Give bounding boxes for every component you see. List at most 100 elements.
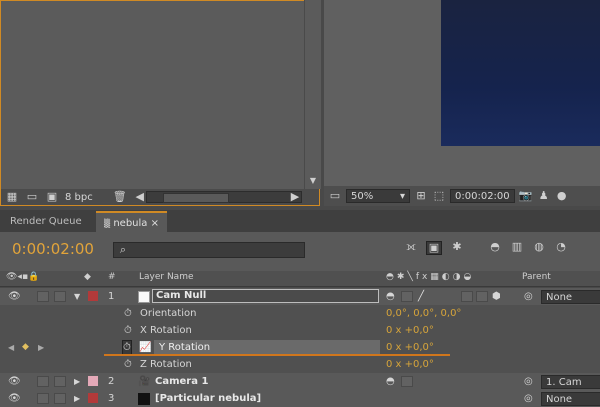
tab-label: nebula [113, 218, 148, 229]
stopwatch-icon[interactable]: ⏱ [124, 356, 132, 373]
pick-whip-icon[interactable]: ◎ [524, 390, 533, 407]
stopwatch-icon[interactable]: ⏱ [124, 305, 132, 322]
solo-switch[interactable] [37, 376, 49, 387]
property-value[interactable]: 0 x +0,0° [386, 322, 434, 339]
solo-switch[interactable] [37, 291, 49, 302]
comp-mini-flowchart-icon[interactable]: ⟗ [404, 241, 418, 253]
current-time-display[interactable]: 0:00:02:00 [12, 240, 94, 258]
add-keyframe-icon[interactable]: ◆ [22, 339, 29, 356]
3d-layer-cube-icon[interactable]: ⬢ [492, 288, 501, 305]
property-value[interactable]: 0 x +0,0° [386, 356, 434, 373]
new-composition-icon[interactable]: ▣ [45, 191, 59, 203]
timeline-tab-bar [0, 210, 600, 232]
layer-search-input[interactable]: ⌕ [113, 242, 305, 258]
collapse-switch[interactable] [401, 376, 413, 387]
search-icon: ⌕ [119, 243, 127, 256]
visibility-eye-icon[interactable]: 👁 [8, 390, 21, 407]
null-object-icon [138, 291, 150, 303]
switches-column-icons: ◓✱╲fx▦◐◑◒ [386, 272, 475, 282]
expand-triangle-icon[interactable]: ▶ [74, 373, 80, 390]
layer-name[interactable]: [Particular nebula] [155, 390, 261, 407]
parent-dropdown[interactable]: None [541, 290, 600, 304]
layer-name[interactable]: Camera 1 [155, 373, 208, 390]
solid-layer-icon [138, 393, 150, 405]
layer-column-header: 👁◂▪🔒 ◆ # Layer Name ◓✱╲fx▦◐◑◒ Parent [0, 271, 600, 287]
layer-row[interactable]: 👁 ▶ 3 [Particular nebula] ◎ None [0, 390, 600, 407]
draft-3d-icon[interactable]: ✱ [450, 241, 464, 253]
safe-margins-icon[interactable]: ⬚ [432, 190, 446, 202]
close-icon[interactable]: × [151, 218, 159, 229]
scroll-right-icon[interactable]: ▶ [288, 191, 302, 203]
hide-shy-layers-icon[interactable]: ◓ [488, 241, 502, 253]
pick-whip-icon[interactable]: ◎ [524, 373, 533, 390]
zoom-value: 50% [351, 191, 374, 202]
snapshot-camera-icon[interactable]: 📷 [519, 190, 533, 202]
prev-keyframe-icon[interactable]: ◀ [8, 339, 14, 356]
next-keyframe-icon[interactable]: ▶ [38, 339, 44, 356]
lock-switch[interactable] [54, 393, 66, 404]
lock-switch[interactable] [54, 291, 66, 302]
expand-triangle-icon[interactable]: ▼ [74, 288, 80, 305]
stopwatch-icon[interactable]: ⏱ [124, 322, 132, 339]
layer-name-column-header[interactable]: Layer Name [139, 272, 194, 282]
property-name: Z Rotation [140, 359, 192, 370]
visibility-eye-icon[interactable]: 👁 [8, 288, 21, 305]
scroll-down-icon[interactable]: ▼ [306, 175, 320, 187]
bit-depth-label[interactable]: 8 bpc [65, 192, 93, 203]
property-row-orientation[interactable]: ⏱ Orientation 0,0°, 0,0°, 0,0° [0, 305, 600, 322]
adjustment-switch[interactable] [476, 291, 488, 302]
motion-blur-switch[interactable] [461, 291, 473, 302]
trash-icon[interactable]: 🗑 [113, 191, 127, 203]
region-of-interest-icon[interactable]: ▭ [328, 190, 342, 202]
shy-switch-icon[interactable]: ◓ [386, 373, 395, 390]
av-features-icons: 👁◂▪🔒 [6, 272, 40, 282]
property-name: X Rotation [140, 325, 192, 336]
project-horizontal-scrollbar[interactable] [146, 191, 302, 203]
fit-icon[interactable]: ⊞ [414, 190, 428, 202]
frame-blending-icon[interactable]: ▥ [510, 241, 524, 253]
layer-number: 2 [108, 376, 115, 387]
parent-value: None [546, 292, 573, 303]
composition-frame [441, 0, 600, 146]
number-column-header[interactable]: # [108, 272, 116, 282]
viewer-timecode[interactable]: 0:00:02:00 [450, 189, 515, 203]
quality-switch-icon[interactable]: ╱ [418, 288, 424, 305]
property-row-y-rotation[interactable]: ◀ ◆ ▶ ⏱ 📈 Y Rotation 0 x +0,0° [0, 339, 600, 356]
parent-column-header[interactable]: Parent [522, 272, 551, 282]
project-vertical-scrollbar[interactable]: ▼ [304, 0, 321, 189]
project-panel [0, 0, 320, 206]
visibility-eye-icon[interactable]: 👁 [8, 373, 21, 390]
channels-icon[interactable]: ● [555, 190, 569, 202]
property-row-x-rotation[interactable]: ⏱ X Rotation 0 x +0,0° [0, 322, 600, 339]
pick-whip-icon[interactable]: ◎ [524, 288, 533, 305]
stopwatch-active-icon[interactable]: ⏱ [122, 340, 132, 355]
tab-render-queue[interactable]: Render Queue [2, 211, 90, 232]
parent-dropdown[interactable]: 1. Cam Nul [541, 375, 600, 402]
zoom-dropdown[interactable]: 50% ▾ [346, 189, 410, 203]
new-folder-icon[interactable]: ▭ [25, 191, 39, 203]
label-color-swatch[interactable] [88, 376, 98, 386]
layer-name-field[interactable]: Cam Null [152, 289, 379, 303]
graph-editor-icon[interactable]: ◔ [554, 241, 568, 253]
label-color-swatch[interactable] [88, 393, 98, 403]
parent-dropdown[interactable]: None [541, 392, 600, 406]
shy-switch-icon[interactable]: ◓ [386, 288, 395, 305]
property-row-z-rotation[interactable]: ⏱ Z Rotation 0 x +0,0° [0, 356, 600, 373]
property-value[interactable]: 0,0°, 0,0°, 0,0° [386, 305, 461, 322]
tab-nebula[interactable]: ▒ nebula × [96, 211, 168, 232]
interpret-footage-icon[interactable]: ▦ [5, 191, 19, 203]
layer-row[interactable]: 👁 ▼ 1 Cam Null ◓ ╱ ⬢ ◎ None [0, 288, 600, 305]
label-color-swatch[interactable] [88, 291, 98, 301]
lock-switch[interactable] [54, 376, 66, 387]
expand-triangle-icon[interactable]: ▶ [74, 390, 80, 407]
grip-icon: ▒ [104, 219, 111, 228]
scrollbar-thumb[interactable] [163, 193, 229, 203]
scroll-left-icon[interactable]: ◀ [133, 191, 147, 203]
motion-blur-icon[interactable]: ◍ [532, 241, 546, 253]
solo-switch[interactable] [37, 393, 49, 404]
label-column-icon: ◆ [84, 272, 91, 282]
collapse-switch[interactable] [401, 291, 413, 302]
show-snapshot-icon[interactable]: ♟ [537, 190, 551, 202]
live-update-icon[interactable]: ▣ [426, 241, 442, 255]
layer-row[interactable]: 👁 ▶ 2 🎥 Camera 1 ◓ ◎ 1. Cam Nul [0, 373, 600, 402]
